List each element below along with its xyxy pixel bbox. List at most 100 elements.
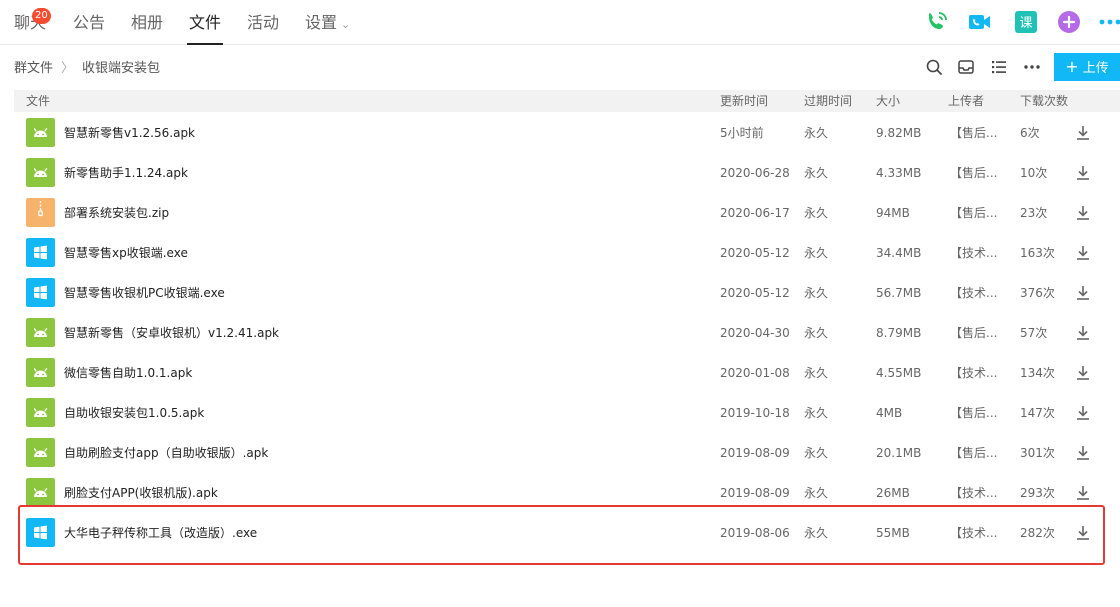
tab-announcement[interactable]: 公告 [73, 11, 105, 35]
file-name[interactable]: 大华电子秤传称工具（改造版）.exe [64, 526, 257, 540]
tab-album[interactable]: 相册 [131, 11, 163, 35]
download-icon[interactable] [1074, 124, 1092, 142]
download-icon[interactable] [1074, 484, 1092, 502]
file-downloads: 134次 [1020, 366, 1055, 380]
more-apps-icon[interactable] [1098, 10, 1120, 34]
col-expires[interactable]: 过期时间 [804, 94, 852, 108]
file-uploader[interactable]: 【售后... [950, 326, 997, 340]
download-icon[interactable] [1074, 364, 1092, 382]
file-row[interactable]: 微信零售自助1.0.1.apk 2020-01-08 永久 4.55MB 【技术... 1… [14, 353, 1120, 393]
file-name[interactable]: 自助收银安装包1.0.5.apk [64, 406, 204, 420]
download-icon[interactable] [1074, 404, 1092, 422]
file-downloads: 282次 [1020, 526, 1055, 540]
file-uploader[interactable]: 【技术... [950, 366, 997, 380]
col-name[interactable]: 文件 [26, 94, 50, 108]
file-name[interactable]: 智慧新零售v1.2.56.apk [64, 126, 195, 140]
file-downloads: 23次 [1020, 206, 1048, 220]
chevron-down-icon: ⌄ [341, 18, 351, 31]
class-icon[interactable]: 课 [1014, 10, 1038, 34]
col-downloads[interactable]: 下载次数 [1020, 94, 1068, 108]
file-name[interactable]: 新零售助手1.1.24.apk [64, 166, 188, 180]
file-size: 26MB [876, 486, 910, 500]
file-uploader[interactable]: 【技术... [950, 286, 997, 300]
tab-settings[interactable]: 设置 ⌄ [305, 11, 350, 37]
file-size: 8.79MB [876, 326, 922, 340]
file-row[interactable]: 自助收银安装包1.0.5.apk 2019-10-18 永久 4MB 【售后... 147… [14, 393, 1120, 433]
file-name[interactable]: 智慧零售xp收银端.exe [64, 246, 188, 260]
file-row[interactable]: 智慧零售收银机PC收银端.exe 2020-05-12 永久 56.7MB 【技术...… [14, 273, 1120, 313]
search-icon[interactable] [925, 58, 943, 76]
download-icon[interactable] [1074, 244, 1092, 262]
upload-button[interactable]: + 上传 [1054, 53, 1120, 81]
file-row[interactable]: 部署系统安装包.zip 2020-06-17 永久 94MB 【售后... 23次 [14, 193, 1120, 233]
top-tab-bar: 聊天 20 公告 相册 文件 活动 设置 ⌄ 课 [0, 0, 1120, 45]
tab-files[interactable]: 文件 [186, 11, 224, 45]
video-call-icon[interactable] [968, 10, 992, 34]
file-name[interactable]: 微信零售自助1.0.1.apk [64, 366, 192, 380]
file-row[interactable]: 智慧新零售（安卓收银机）v1.2.41.apk 2020-04-30 永久 8.79M… [14, 313, 1120, 353]
tab-announcement-label: 公告 [73, 13, 106, 32]
tab-album-label: 相册 [131, 13, 164, 32]
file-row[interactable]: 智慧零售xp收银端.exe 2020-05-12 永久 34.4MB 【技术... 163… [14, 233, 1120, 273]
col-size[interactable]: 大小 [876, 94, 900, 108]
tab-activity[interactable]: 活动 [247, 11, 279, 35]
file-row[interactable]: 新零售助手1.1.24.apk 2020-06-28 永久 4.33MB 【售后... 1… [14, 153, 1120, 193]
file-name[interactable]: 智慧零售收银机PC收银端.exe [64, 286, 225, 300]
download-icon[interactable] [1074, 204, 1092, 222]
list-view-icon[interactable] [990, 58, 1008, 76]
breadcrumb-separator-icon: 〉 [61, 61, 75, 76]
file-expires: 永久 [804, 166, 829, 180]
file-expires: 永久 [804, 126, 829, 140]
android-file-icon [26, 398, 55, 427]
file-expires: 永久 [804, 446, 829, 460]
file-uploader[interactable]: 【售后... [950, 406, 997, 420]
file-row[interactable]: 智慧新零售v1.2.56.apk 5小时前 永久 9.82MB 【售后... 6次 [14, 113, 1120, 153]
add-app-icon[interactable] [1057, 10, 1081, 34]
inbox-icon[interactable] [957, 58, 975, 76]
file-name[interactable]: 自助刷脸支付app（自助收银版）.apk [64, 446, 268, 460]
file-updated: 2020-05-12 [720, 246, 790, 260]
file-expires: 永久 [804, 486, 829, 500]
file-name[interactable]: 部署系统安装包.zip [64, 206, 169, 220]
file-row[interactable]: 大华电子秤传称工具（改造版）.exe 2019-08-06 永久 55MB 【技术...… [14, 513, 1120, 553]
unread-badge: 20 [32, 8, 51, 24]
col-updated[interactable]: 更新时间 [720, 94, 768, 108]
file-uploader[interactable]: 【售后... [950, 206, 997, 220]
tab-files-label: 文件 [189, 13, 222, 32]
download-icon[interactable] [1074, 284, 1092, 302]
file-expires: 永久 [804, 326, 829, 340]
file-uploader[interactable]: 【售后... [950, 166, 997, 180]
breadcrumb-root[interactable]: 群文件 [14, 61, 53, 76]
more-icon[interactable] [1023, 58, 1041, 76]
file-updated: 2020-01-08 [720, 366, 790, 380]
zip-file-icon [26, 198, 55, 227]
download-icon[interactable] [1074, 324, 1092, 342]
file-name[interactable]: 刷脸支付APP(收银机版).apk [64, 486, 218, 500]
file-row[interactable]: 自助刷脸支付app（自助收银版）.apk 2019-08-09 永久 20.1MB 【售… [14, 433, 1120, 473]
file-row[interactable]: 刷脸支付APP(收银机版).apk 2019-08-09 永久 26MB 【技术... 2… [14, 473, 1120, 513]
upload-label: 上传 [1082, 61, 1109, 76]
file-size: 94MB [876, 206, 910, 220]
android-file-icon [26, 158, 55, 187]
android-file-icon [26, 438, 55, 467]
voice-call-icon[interactable] [925, 10, 949, 34]
breadcrumb: 群文件〉收银端安装包 [14, 60, 160, 78]
file-updated: 2019-08-09 [720, 486, 790, 500]
download-icon[interactable] [1074, 164, 1092, 182]
file-downloads: 293次 [1020, 486, 1055, 500]
plus-icon: + [1065, 57, 1079, 76]
file-uploader[interactable]: 【技术... [950, 246, 997, 260]
download-icon[interactable] [1074, 444, 1092, 462]
file-uploader[interactable]: 【技术... [950, 526, 997, 540]
file-name[interactable]: 智慧新零售（安卓收银机）v1.2.41.apk [64, 326, 279, 340]
download-icon[interactable] [1074, 524, 1092, 542]
file-uploader[interactable]: 【售后... [950, 126, 997, 140]
tab-chat[interactable]: 聊天 20 [14, 8, 51, 35]
col-uploader[interactable]: 上传者 [948, 94, 984, 108]
file-downloads: 10次 [1020, 166, 1048, 180]
file-expires: 永久 [804, 246, 829, 260]
file-uploader[interactable]: 【售后... [950, 446, 997, 460]
file-size: 34.4MB [876, 246, 922, 260]
breadcrumb-current: 收银端安装包 [82, 61, 161, 76]
file-uploader[interactable]: 【技术... [950, 486, 997, 500]
